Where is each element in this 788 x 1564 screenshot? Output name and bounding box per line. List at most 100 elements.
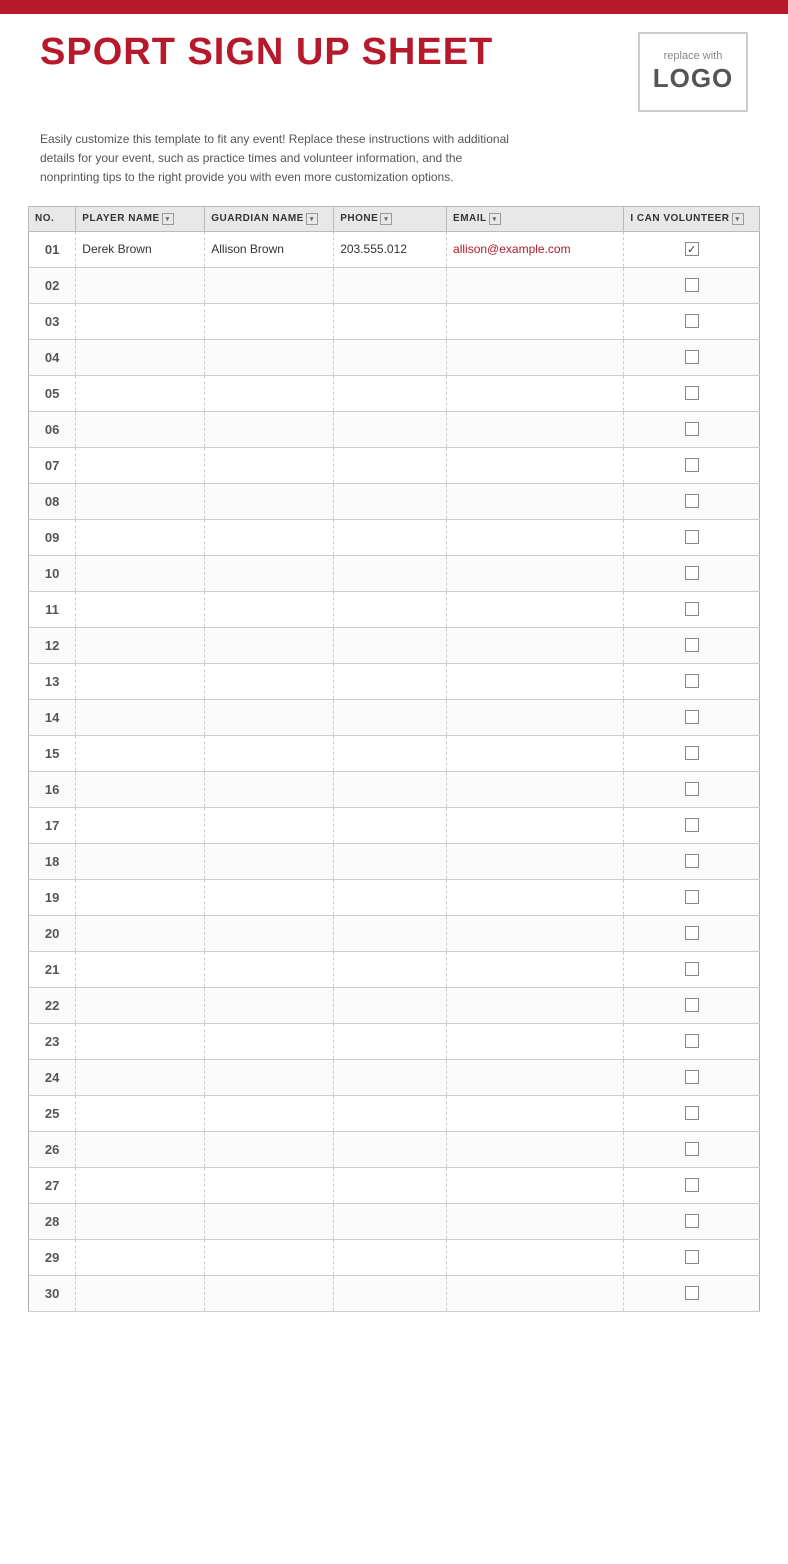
cell-email[interactable]: [447, 1167, 624, 1203]
cell-email[interactable]: [447, 375, 624, 411]
volunteer-checkbox[interactable]: [685, 458, 699, 472]
cell-phone[interactable]: [334, 735, 447, 771]
cell-phone[interactable]: [334, 1095, 447, 1131]
cell-phone[interactable]: [334, 1023, 447, 1059]
cell-email[interactable]: [447, 483, 624, 519]
cell-phone[interactable]: [334, 339, 447, 375]
cell-phone[interactable]: [334, 663, 447, 699]
cell-guardian-name[interactable]: [205, 447, 334, 483]
cell-email[interactable]: [447, 843, 624, 879]
cell-player-name[interactable]: [76, 987, 205, 1023]
volunteer-checkbox[interactable]: [685, 854, 699, 868]
cell-player-name[interactable]: [76, 1059, 205, 1095]
cell-guardian-name[interactable]: Allison Brown: [205, 231, 334, 267]
cell-player-name[interactable]: [76, 735, 205, 771]
cell-guardian-name[interactable]: [205, 411, 334, 447]
volunteer-checkbox[interactable]: [685, 350, 699, 364]
volunteer-checkbox[interactable]: [685, 746, 699, 760]
cell-guardian-name[interactable]: [205, 879, 334, 915]
cell-player-name[interactable]: [76, 555, 205, 591]
cell-email[interactable]: [447, 1203, 624, 1239]
cell-phone[interactable]: [334, 951, 447, 987]
cell-phone[interactable]: [334, 267, 447, 303]
cell-email[interactable]: [447, 771, 624, 807]
cell-guardian-name[interactable]: [205, 1059, 334, 1095]
cell-email[interactable]: [447, 267, 624, 303]
cell-email[interactable]: [447, 339, 624, 375]
cell-guardian-name[interactable]: [205, 303, 334, 339]
volunteer-checkbox[interactable]: [685, 782, 699, 796]
cell-guardian-name[interactable]: [205, 1239, 334, 1275]
cell-guardian-name[interactable]: [205, 735, 334, 771]
cell-player-name[interactable]: [76, 1167, 205, 1203]
cell-player-name[interactable]: [76, 627, 205, 663]
cell-email[interactable]: [447, 915, 624, 951]
volunteer-checkbox[interactable]: [685, 422, 699, 436]
cell-phone[interactable]: [334, 1275, 447, 1311]
cell-guardian-name[interactable]: [205, 1167, 334, 1203]
volunteer-checkbox[interactable]: [685, 674, 699, 688]
cell-guardian-name[interactable]: [205, 807, 334, 843]
cell-phone[interactable]: 203.555.012: [334, 231, 447, 267]
cell-email[interactable]: [447, 1239, 624, 1275]
volunteer-checkbox[interactable]: [685, 566, 699, 580]
cell-guardian-name[interactable]: [205, 1275, 334, 1311]
cell-phone[interactable]: [334, 591, 447, 627]
cell-email[interactable]: [447, 591, 624, 627]
cell-email[interactable]: allison@example.com: [447, 231, 624, 267]
volunteer-checkbox[interactable]: [685, 1286, 699, 1300]
cell-phone[interactable]: [334, 843, 447, 879]
cell-email[interactable]: [447, 807, 624, 843]
cell-guardian-name[interactable]: [205, 699, 334, 735]
volunteer-checkbox[interactable]: [685, 278, 699, 292]
cell-phone[interactable]: [334, 483, 447, 519]
cell-player-name[interactable]: [76, 267, 205, 303]
guardian-dropdown-icon[interactable]: ▾: [306, 213, 318, 225]
cell-phone[interactable]: [334, 771, 447, 807]
volunteer-checkbox[interactable]: [685, 818, 699, 832]
cell-email[interactable]: [447, 1023, 624, 1059]
cell-player-name[interactable]: [76, 1203, 205, 1239]
cell-phone[interactable]: [334, 987, 447, 1023]
cell-player-name[interactable]: [76, 771, 205, 807]
cell-phone[interactable]: [334, 375, 447, 411]
cell-email[interactable]: [447, 1095, 624, 1131]
cell-player-name[interactable]: [76, 483, 205, 519]
cell-player-name[interactable]: [76, 591, 205, 627]
volunteer-checkbox[interactable]: [685, 386, 699, 400]
cell-email[interactable]: [447, 699, 624, 735]
cell-player-name[interactable]: [76, 519, 205, 555]
cell-player-name[interactable]: [76, 447, 205, 483]
volunteer-checkbox[interactable]: [685, 530, 699, 544]
cell-guardian-name[interactable]: [205, 519, 334, 555]
cell-guardian-name[interactable]: [205, 1131, 334, 1167]
cell-guardian-name[interactable]: [205, 1023, 334, 1059]
cell-guardian-name[interactable]: [205, 1095, 334, 1131]
volunteer-checkbox[interactable]: [685, 494, 699, 508]
cell-phone[interactable]: [334, 1131, 447, 1167]
cell-guardian-name[interactable]: [205, 483, 334, 519]
cell-email[interactable]: [447, 1275, 624, 1311]
volunteer-checkbox[interactable]: [685, 890, 699, 904]
volunteer-checkbox[interactable]: [685, 710, 699, 724]
cell-player-name[interactable]: [76, 339, 205, 375]
volunteer-checkbox[interactable]: [685, 314, 699, 328]
cell-email[interactable]: [447, 951, 624, 987]
cell-email[interactable]: [447, 1059, 624, 1095]
phone-dropdown-icon[interactable]: ▾: [380, 213, 392, 225]
cell-email[interactable]: [447, 735, 624, 771]
cell-guardian-name[interactable]: [205, 771, 334, 807]
cell-player-name[interactable]: [76, 843, 205, 879]
cell-email[interactable]: [447, 627, 624, 663]
email-dropdown-icon[interactable]: ▾: [489, 213, 501, 225]
cell-email[interactable]: [447, 879, 624, 915]
cell-email[interactable]: [447, 303, 624, 339]
player-dropdown-icon[interactable]: ▾: [162, 213, 174, 225]
volunteer-checkbox[interactable]: [685, 962, 699, 976]
cell-phone[interactable]: [334, 699, 447, 735]
cell-email[interactable]: [447, 987, 624, 1023]
cell-email[interactable]: [447, 663, 624, 699]
volunteer-checkbox[interactable]: [685, 1142, 699, 1156]
cell-player-name[interactable]: [76, 1095, 205, 1131]
cell-player-name[interactable]: [76, 303, 205, 339]
